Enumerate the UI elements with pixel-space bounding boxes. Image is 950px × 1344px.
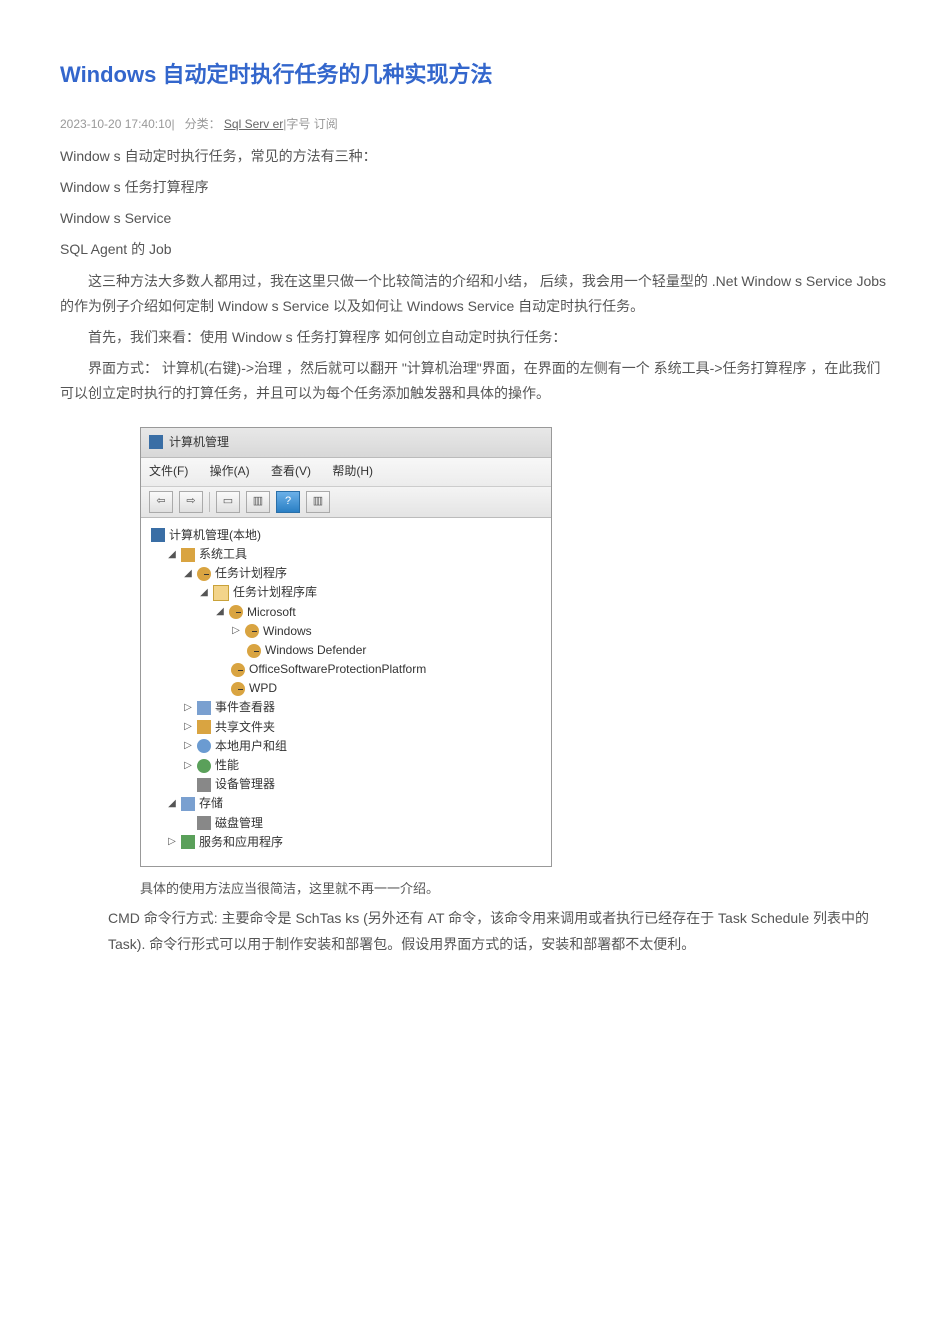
disk-icon	[197, 816, 211, 830]
storage-icon	[181, 797, 195, 811]
tree-windows-defender[interactable]: Windows Defender	[147, 641, 545, 660]
clock-icon	[231, 682, 245, 696]
meta-date: 2023-10-20 17:40:10	[60, 117, 171, 131]
screenshot-caption: 具体的使用方法应当很简洁，这里就不再一一介绍。	[140, 877, 890, 900]
collapse-icon[interactable]: ◢	[215, 604, 225, 620]
collapse-icon[interactable]: ◢	[199, 585, 209, 601]
paragraph: Window s 自动定时执行任务，常见的方法有三种：	[60, 144, 890, 169]
tools-icon	[181, 548, 195, 562]
tree-storage[interactable]: ◢存储	[147, 794, 545, 813]
tree-event-viewer[interactable]: ▷事件查看器	[147, 698, 545, 717]
tree-device-manager[interactable]: 设备管理器	[147, 775, 545, 794]
article-title: Windows 自动定时执行任务的几种实现方法	[60, 55, 890, 95]
properties-button[interactable]: ▥	[246, 491, 270, 513]
article-meta: 2023-10-20 17:40:10| 分类： Sql Serv er|字号 …	[60, 114, 890, 136]
tree-wpd[interactable]: WPD	[147, 679, 545, 698]
event-viewer-icon	[197, 701, 211, 715]
computer-icon	[151, 528, 165, 542]
forward-button[interactable]: ⇨	[179, 491, 203, 513]
menu-help[interactable]: 帮助(H)	[332, 464, 373, 478]
clock-icon	[245, 624, 259, 638]
tree-microsoft[interactable]: ◢Microsoft	[147, 603, 545, 622]
toolbar: ⇦ ⇨ ▭ ▥ ? ▥	[141, 487, 551, 518]
tree-task-scheduler-lib[interactable]: ◢任务计划程序库	[147, 583, 545, 602]
window-titlebar: 计算机管理	[141, 428, 551, 459]
up-button[interactable]: ▭	[216, 491, 240, 513]
menubar: 文件(F) 操作(A) 查看(V) 帮助(H)	[141, 458, 551, 487]
paragraph: Window s Service	[60, 206, 890, 231]
expand-icon[interactable]: ▷	[183, 700, 193, 716]
tree-root[interactable]: 计算机管理(本地)	[147, 526, 545, 545]
tree-services-apps[interactable]: ▷服务和应用程序	[147, 833, 545, 852]
collapse-icon[interactable]: ◢	[183, 566, 193, 582]
paragraph: 界面方式： 计算机(右键)->治理 ，然后就可以翻开 "计算机治理"界面，在界面…	[60, 356, 890, 406]
blank-icon	[183, 777, 193, 793]
paragraph: 这三种方法大多数人都用过，我在这里只做一个比较简洁的介绍和小结， 后续，我会用一…	[60, 269, 890, 319]
expand-icon[interactable]: ▷	[183, 758, 193, 774]
blank-icon	[183, 815, 193, 831]
expand-icon[interactable]: ▷	[183, 719, 193, 735]
services-icon	[181, 835, 195, 849]
clock-icon	[197, 567, 211, 581]
tree-office-spp[interactable]: OfficeSoftwareProtectionPlatform	[147, 660, 545, 679]
menu-action[interactable]: 操作(A)	[210, 464, 250, 478]
paragraph: CMD 命令行方式: 主要命令是 SchTas ks (另外还有 AT 命令，该…	[108, 906, 890, 956]
collapse-icon[interactable]: ◢	[167, 796, 177, 812]
tree-task-scheduler[interactable]: ◢任务计划程序	[147, 564, 545, 583]
meta-category-link[interactable]: Sql Serv er	[224, 117, 283, 131]
meta-category-label: 分类：	[185, 117, 221, 131]
app-icon	[149, 435, 163, 449]
performance-icon	[197, 759, 211, 773]
collapse-icon[interactable]: ◢	[167, 547, 177, 563]
folder-icon	[213, 585, 229, 601]
clock-icon	[247, 644, 261, 658]
computer-management-window: 计算机管理 文件(F) 操作(A) 查看(V) 帮助(H) ⇦ ⇨ ▭ ▥ ? …	[140, 427, 552, 867]
device-manager-icon	[197, 778, 211, 792]
tree-disk-management[interactable]: 磁盘管理	[147, 814, 545, 833]
help-button[interactable]: ?	[276, 491, 300, 513]
paragraph: 首先，我们来看：使用 Window s 任务打算程序 如何创立自动定时执行任务：	[60, 325, 890, 350]
window-title: 计算机管理	[169, 432, 229, 454]
users-icon	[197, 739, 211, 753]
expand-icon[interactable]: ▷	[167, 834, 177, 850]
tree-shared-folders[interactable]: ▷共享文件夹	[147, 718, 545, 737]
menu-file[interactable]: 文件(F)	[149, 464, 188, 478]
expand-icon[interactable]: ▷	[231, 623, 241, 639]
paragraph: Window s 任务打算程序	[60, 175, 890, 200]
paragraph: SQL Agent 的 Job	[60, 237, 890, 262]
expand-icon[interactable]: ▷	[183, 738, 193, 754]
refresh-button[interactable]: ▥	[306, 491, 330, 513]
toolbar-separator	[209, 492, 210, 512]
clock-icon	[229, 605, 243, 619]
meta-tail: |字号 订阅	[283, 117, 337, 131]
clock-icon	[231, 663, 245, 677]
tree-windows[interactable]: ▷Windows	[147, 622, 545, 641]
navigation-tree: 计算机管理(本地) ◢系统工具 ◢任务计划程序 ◢任务计划程序库 ◢Micros…	[141, 518, 551, 866]
menu-view[interactable]: 查看(V)	[271, 464, 311, 478]
shared-folders-icon	[197, 720, 211, 734]
back-button[interactable]: ⇦	[149, 491, 173, 513]
tree-local-users[interactable]: ▷本地用户和组	[147, 737, 545, 756]
tree-system-tools[interactable]: ◢系统工具	[147, 545, 545, 564]
tree-performance[interactable]: ▷性能	[147, 756, 545, 775]
